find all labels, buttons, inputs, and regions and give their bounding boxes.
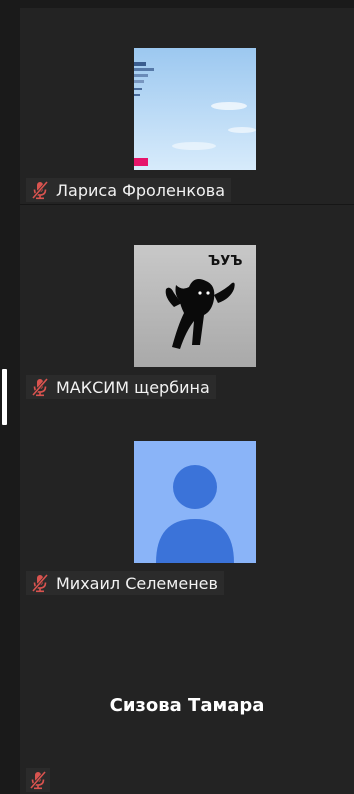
participant-gallery: Лариса Фроленкова ЪУЪ МАКСИМ щербина Мих… <box>20 8 354 794</box>
participant-name-plate: МАКСИМ щербина <box>26 375 216 399</box>
participant-name-plate: Михаил Селеменев <box>26 571 224 595</box>
left-rail <box>0 0 20 794</box>
microphone-muted-icon <box>31 181 49 200</box>
participant-tile[interactable]: Лариса Фроленкова <box>20 8 354 205</box>
participant-tile[interactable]: Сизова Тамара <box>20 597 354 794</box>
default-person-icon <box>134 441 256 563</box>
participant-name-large: Сизова Тамара <box>109 695 265 716</box>
participant-name: Лариса Фроленкова <box>56 180 226 200</box>
participant-avatar <box>134 48 256 170</box>
participant-tile[interactable]: Михаил Селеменев <box>20 401 354 598</box>
active-speaker-indicator <box>2 369 7 425</box>
microphone-muted-icon <box>31 378 49 397</box>
participant-avatar <box>134 441 256 563</box>
participant-name: МАКСИМ щербина <box>56 377 210 397</box>
microphone-muted-icon <box>31 574 49 593</box>
participant-name: Михаил Селеменев <box>56 573 218 593</box>
participant-tile[interactable]: ЪУЪ МАКСИМ щербина <box>20 205 354 402</box>
participant-avatar: ЪУЪ <box>134 245 256 367</box>
microphone-muted-icon <box>29 771 47 790</box>
participant-mute-status <box>26 768 50 792</box>
participant-name-plate: Лариса Фроленкова <box>26 178 232 202</box>
avatar-caption: ЪУЪ <box>208 254 242 269</box>
